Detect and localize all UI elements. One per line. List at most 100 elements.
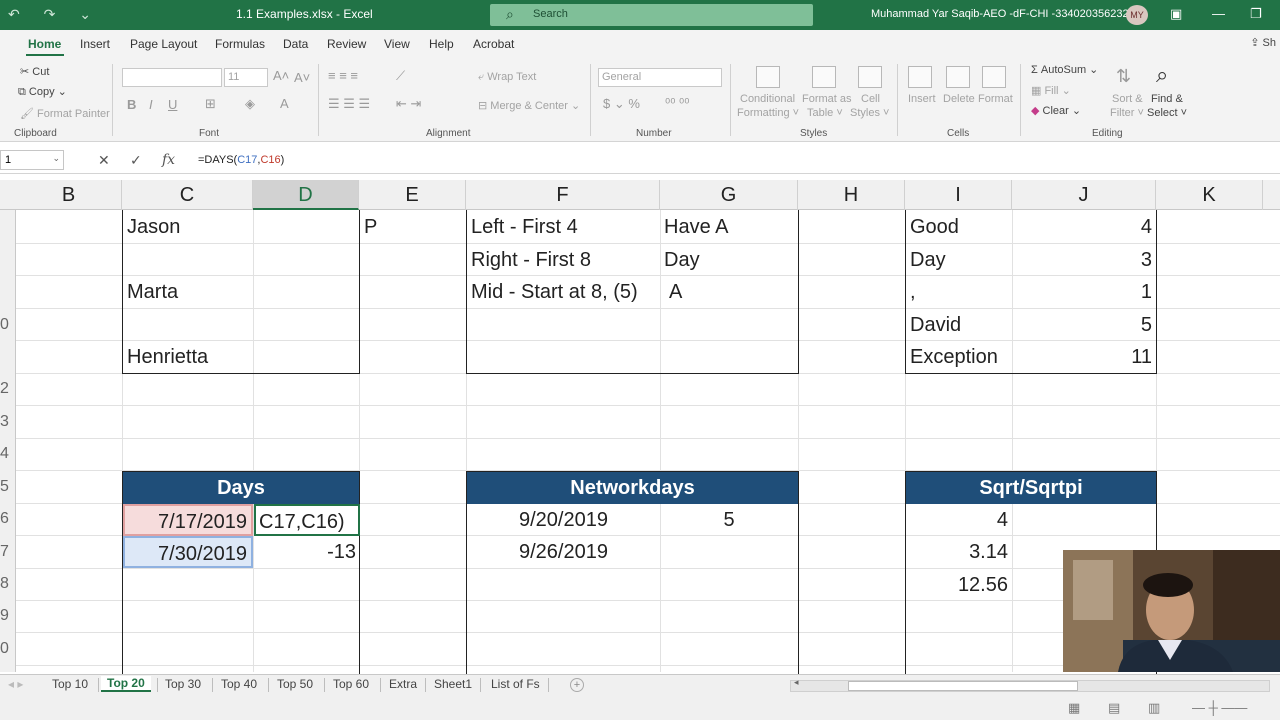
italic-icon[interactable]: I [149,97,153,112]
cell-i9[interactable]: , [910,276,1010,308]
clear-button[interactable]: ◆ Clear ⌄ [1031,104,1081,117]
find-select-label[interactable]: Find & [1151,93,1183,105]
decimal-icon[interactable]: ⁰⁰ ⁰⁰ [665,96,689,112]
cell-styles-label[interactable]: Cell [861,93,880,105]
days-header[interactable]: Days [123,472,359,504]
sqrt-header[interactable]: Sqrt/Sqrtpi [906,472,1156,504]
cut-button[interactable]: ✂ Cut [20,65,49,78]
row-number[interactable]: 6 [0,510,9,528]
increase-font-icon[interactable]: A˄ [273,68,289,83]
tab-home[interactable]: Home [28,37,61,51]
sheet-tab-top-50[interactable]: Top 50 [277,677,313,691]
search-box[interactable]: ⌕ Search [490,4,813,26]
conditional-formatting-label[interactable]: Conditional [740,93,795,105]
conditional-formatting-label-2[interactable]: Formatting ˅ [737,107,799,119]
font-name-select[interactable] [122,68,222,87]
cell-c7[interactable]: Jason [127,211,251,243]
column-header-b[interactable]: B [16,180,122,210]
share-button[interactable]: ⇪ Sh [1250,36,1276,49]
page-break-view-icon[interactable]: ▥ [1148,700,1160,716]
cell-f7[interactable]: Left - First 4 [471,211,661,243]
merge-center-button[interactable]: ⊟ Merge & Center ⌄ [478,99,580,112]
minimize-icon[interactable]: — [1212,6,1225,21]
cell-i16[interactable]: 4 [906,504,1008,536]
delete-cells-label[interactable]: Delete [943,93,975,105]
sheet-tab-top-20[interactable]: Top 20 [101,676,151,692]
avatar[interactable]: MY [1126,5,1148,25]
column-header-f[interactable]: F [466,180,660,210]
tab-formulas[interactable]: Formulas [215,37,265,51]
column-header-d[interactable]: D [253,180,359,210]
cell-i10[interactable]: David [910,309,1010,341]
tab-data[interactable]: Data [283,37,308,51]
format-as-table-label[interactable]: Format as [802,93,852,105]
cell-c8[interactable] [127,244,251,276]
cell-i11[interactable]: Exception [910,341,1010,373]
tab-page-layout[interactable]: Page Layout [130,37,197,51]
cell-j10[interactable]: 5 [1014,309,1152,341]
tab-help[interactable]: Help [429,37,454,51]
format-as-table-icon[interactable] [812,66,836,88]
cell-f17[interactable]: 9/26/2019 [467,536,660,568]
cell-f9[interactable]: Mid - Start at 8, (5) [471,276,666,308]
sheet-tab-list-of-fs[interactable]: List of Fs [491,677,540,691]
ribbon-display-icon[interactable]: ▣ [1170,6,1182,22]
decrease-font-icon[interactable]: A˅ [294,70,310,85]
row-number[interactable]: 2 [0,380,9,398]
cell-i18[interactable]: 12.56 [906,569,1008,601]
cell-styles-icon[interactable] [858,66,882,88]
cell-f16[interactable]: 9/20/2019 [467,504,660,536]
user-name[interactable]: Muhammad Yar Saqib-AEO -dF-CHI -33402035… [871,8,1135,20]
cell-j7[interactable]: 4 [1014,211,1152,243]
cell-c11[interactable]: Henrietta [127,341,251,373]
cell-j11[interactable]: 11 [1014,341,1152,373]
sheet-tab-top-40[interactable]: Top 40 [221,677,257,691]
font-size-select[interactable]: 11 [224,68,268,87]
cell-j9[interactable]: 1 [1014,276,1152,308]
find-icon[interactable]: ⌕ [1156,62,1168,88]
cell-g7[interactable]: Have A [664,211,796,243]
currency-icon[interactable]: $ ⌄ % [603,96,640,112]
sheet-tab-sheet1[interactable]: Sheet1 [434,677,472,691]
column-header-e[interactable]: E [359,180,466,210]
insert-function-icon[interactable]: fx [162,152,175,168]
orientation-icon[interactable]: ⟋ [396,68,405,84]
insert-cells-icon[interactable] [908,66,932,88]
indent-icon[interactable]: ⇤ ⇥ [396,96,421,112]
sort-filter-label-2[interactable]: Filter ˅ [1110,107,1144,119]
cell-d17[interactable]: -13 [254,536,356,568]
sheet-scroll-icon[interactable]: ◂ ▸ [8,677,23,691]
copy-button[interactable]: ⧉ Copy ⌄ [18,85,67,99]
sheet-tab-top-30[interactable]: Top 30 [165,677,201,691]
name-box[interactable]: 1 ⌄ [0,150,64,170]
left-align-icon[interactable]: ☰ ☰ ☰ [328,96,370,112]
cell-e7[interactable]: P [364,211,454,243]
cell-c16[interactable]: 7/17/2019 [123,504,253,536]
cell-d16-editing[interactable]: C17,C16) [254,504,360,536]
column-header-j[interactable]: J [1012,180,1156,210]
cell-c9[interactable]: Marta [127,276,251,308]
scrollbar-thumb[interactable] [848,681,1078,691]
page-layout-view-icon[interactable]: ▤ [1108,700,1120,716]
font-color-icon[interactable]: A [280,96,289,111]
row-number[interactable]: 7 [0,543,9,561]
tab-review[interactable]: Review [327,37,366,51]
format-cells-label[interactable]: Format [978,93,1013,105]
tab-acrobat[interactable]: Acrobat [473,37,514,51]
sort-filter-icon[interactable]: ⇅ [1116,66,1131,87]
cell-i8[interactable]: Day [910,244,1010,276]
scroll-left-icon[interactable]: ◂ [794,677,799,688]
column-header-h[interactable]: H [798,180,905,210]
tab-insert[interactable]: Insert [80,37,110,51]
enter-icon[interactable]: ✓ [130,152,142,169]
format-painter-button[interactable]: 🖌 Format Painter [20,107,110,120]
delete-cells-icon[interactable] [946,66,970,88]
cell-i17[interactable]: 3.14 [906,536,1008,568]
cancel-icon[interactable]: ✕ [98,152,110,169]
number-format-select[interactable]: General [598,68,722,87]
sort-filter-label[interactable]: Sort & [1112,93,1143,105]
borders-icon[interactable]: ⊞ [205,96,216,112]
underline-icon[interactable]: U [168,97,177,112]
formula-input[interactable]: =DAYS(C17,C16) [198,154,284,166]
cell-j8[interactable]: 3 [1014,244,1152,276]
